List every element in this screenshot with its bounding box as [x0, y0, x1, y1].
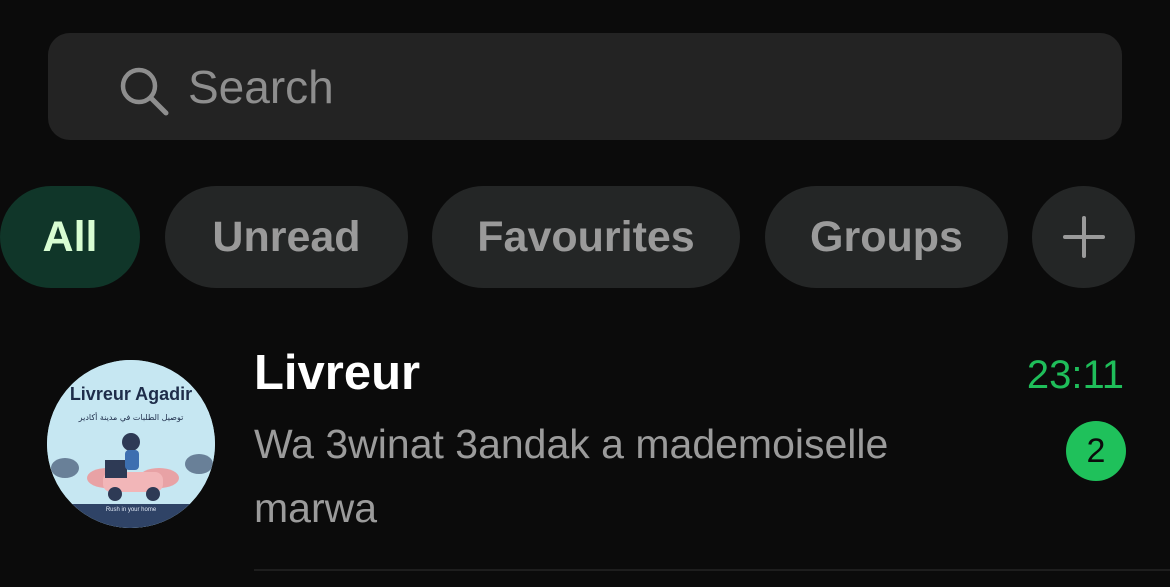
avatar[interactable]: Livreur Agadir توصيل الطلبات في مدينة أك…: [47, 360, 215, 528]
filter-chip-unread[interactable]: Unread: [165, 186, 408, 288]
unread-count-badge: 2: [1066, 421, 1126, 481]
avatar-subtitle: توصيل الطلبات في مدينة أكادير: [78, 412, 184, 422]
plus-icon: [1062, 216, 1105, 258]
chat-last-message: Wa 3winat 3andak a mademoiselle marwa: [254, 421, 889, 531]
search-input[interactable]: [188, 57, 1088, 117]
add-filter-button[interactable]: [1032, 186, 1135, 288]
chat-timestamp: 23:11: [1026, 353, 1124, 397]
avatar-image: Livreur Agadir توصيل الطلبات في مدينة أك…: [47, 360, 215, 528]
list-divider: [254, 569, 1170, 571]
search-icon: [118, 65, 170, 117]
chat-name: Livreur: [254, 346, 421, 400]
avatar-title: Livreur Agadir: [70, 384, 192, 404]
filter-chip-favourites[interactable]: Favourites: [432, 186, 740, 288]
search-bar[interactable]: [48, 33, 1122, 140]
filter-chip-all[interactable]: All: [0, 186, 140, 288]
avatar-footer: Rush in your home: [106, 507, 157, 513]
filter-chip-groups[interactable]: Groups: [765, 186, 1008, 288]
